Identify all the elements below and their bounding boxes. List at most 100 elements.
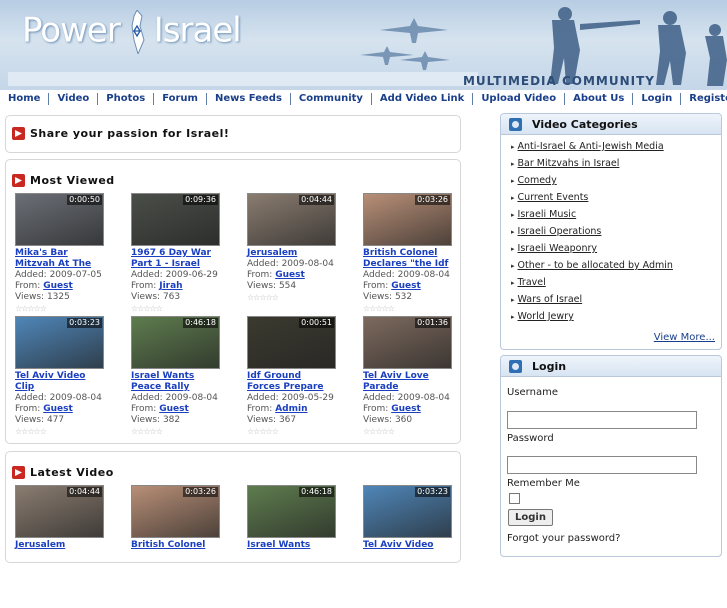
video-uploader-link[interactable]: Guest xyxy=(391,281,421,291)
video-uploader-link[interactable]: Admin xyxy=(275,404,307,414)
nav-home[interactable]: Home xyxy=(0,93,50,105)
nav-video[interactable]: Video xyxy=(49,93,99,105)
video-thumbnail[interactable]: 0:03:26 xyxy=(363,193,452,246)
rating-stars[interactable]: ☆☆☆☆☆ xyxy=(15,303,131,314)
username-input[interactable] xyxy=(507,411,697,429)
logo-power: Power xyxy=(22,10,121,51)
category-item[interactable]: Comedy xyxy=(511,175,721,192)
rating-stars[interactable]: ☆☆☆☆☆ xyxy=(131,303,247,314)
video-title[interactable]: Tel Aviv Love Parade xyxy=(363,371,479,393)
video-from: From: Guest xyxy=(131,404,247,415)
video-title[interactable]: Israel Wants xyxy=(247,540,363,551)
video-title-line2: Forces Prepare xyxy=(247,382,324,392)
category-item[interactable]: Other - to be allocated by Admin xyxy=(511,260,721,277)
video-card[interactable]: 0:00:50 Mika's Bar Mitzvah At The Added: 20… xyxy=(15,193,131,316)
most-viewed-box: Most Viewed 0:00:50 Mika's Bar Mitzvah At … xyxy=(5,159,461,444)
video-card[interactable]: 0:04:44 Jerusalem Added: 2009-08-04 From: G… xyxy=(247,193,363,316)
video-thumbnail[interactable]: 0:03:23 xyxy=(15,316,104,369)
nav-upload-video[interactable]: Upload Video xyxy=(473,93,566,105)
category-link[interactable]: Bar Mitzvahs in Israel xyxy=(518,158,620,169)
rating-stars[interactable]: ☆☆☆☆☆ xyxy=(247,426,363,437)
video-thumbnail[interactable]: 0:03:23 xyxy=(363,485,452,538)
password-input[interactable] xyxy=(507,456,697,474)
nav-news-feeds[interactable]: News Feeds xyxy=(207,93,291,105)
video-thumbnail[interactable]: 0:01:36 xyxy=(363,316,452,369)
site-logo[interactable]: Power Israel xyxy=(22,10,242,54)
category-item[interactable]: Israeli Weaponry xyxy=(511,243,721,260)
category-item[interactable]: Israeli Music xyxy=(511,209,721,226)
video-title[interactable]: Israel Wants Peace Rally xyxy=(131,371,247,393)
video-title[interactable]: Mika's Bar Mitzvah At The xyxy=(15,248,131,270)
video-uploader-link[interactable]: Guest xyxy=(159,404,189,414)
category-link[interactable]: Comedy xyxy=(518,175,557,186)
video-card[interactable]: 0:46:18 Israel Wants xyxy=(247,485,363,608)
video-thumbnail[interactable]: 0:03:26 xyxy=(131,485,220,538)
category-link[interactable]: Other - to be allocated by Admin xyxy=(518,260,673,271)
category-item[interactable]: Wars of Israel xyxy=(511,294,721,311)
video-title[interactable]: Tel Aviv Video xyxy=(363,540,479,551)
video-thumbnail[interactable]: 0:00:51 xyxy=(247,316,336,369)
category-link[interactable]: Wars of Israel xyxy=(518,294,583,305)
video-thumbnail[interactable]: 0:46:18 xyxy=(247,485,336,538)
video-thumbnail[interactable]: 0:00:50 xyxy=(15,193,104,246)
video-title[interactable]: Jerusalem xyxy=(247,248,363,259)
video-card[interactable]: 0:01:36 Tel Aviv Love Parade Added: 2009-08… xyxy=(363,316,479,439)
nav-community[interactable]: Community xyxy=(291,93,372,105)
video-thumbnail[interactable]: 0:09:36 xyxy=(131,193,220,246)
video-uploader-link[interactable]: Guest xyxy=(391,404,421,414)
video-title[interactable]: British Colonel Declares "the Idf xyxy=(363,248,479,270)
category-link[interactable]: Anti-Israel & Anti-Jewish Media xyxy=(518,141,664,152)
nav-photos[interactable]: Photos xyxy=(98,93,155,105)
video-thumbnail[interactable]: 0:04:44 xyxy=(15,485,104,538)
video-uploader-link[interactable]: Guest xyxy=(43,404,73,414)
category-item[interactable]: Bar Mitzvahs in Israel xyxy=(511,158,721,175)
video-duration: 0:09:36 xyxy=(183,195,218,205)
video-card[interactable]: 0:04:44 Jerusalem xyxy=(15,485,131,608)
video-title[interactable]: 1967 6 Day War Part 1 - Israel xyxy=(131,248,247,270)
video-thumbnail[interactable]: 0:04:44 xyxy=(247,193,336,246)
video-card[interactable]: 0:00:51 Idf Ground Forces Prepare Added: 20… xyxy=(247,316,363,439)
video-title[interactable]: Tel Aviv Video Clip xyxy=(15,371,131,393)
forgot-password-link[interactable]: Forgot your password? xyxy=(507,533,721,544)
nav-about-us[interactable]: About Us xyxy=(565,93,634,105)
rating-stars[interactable]: ☆☆☆☆☆ xyxy=(247,292,363,303)
video-thumbnail[interactable]: 0:46:18 xyxy=(131,316,220,369)
category-link[interactable]: Israeli Operations xyxy=(518,226,602,237)
view-more-link[interactable]: View More... xyxy=(654,332,715,343)
rating-stars[interactable]: ☆☆☆☆☆ xyxy=(363,426,479,437)
rating-stars[interactable]: ☆☆☆☆☆ xyxy=(131,426,247,437)
nav-forum[interactable]: Forum xyxy=(154,93,207,105)
video-uploader-link[interactable]: Guest xyxy=(275,270,305,280)
video-card[interactable]: 0:03:23 Tel Aviv Video Clip Added: 2009-08-… xyxy=(15,316,131,439)
rating-stars[interactable]: ☆☆☆☆☆ xyxy=(363,303,479,314)
rating-stars[interactable]: ☆☆☆☆☆ xyxy=(15,426,131,437)
video-card[interactable]: 0:03:23 Tel Aviv Video xyxy=(363,485,479,608)
remember-checkbox[interactable] xyxy=(509,493,520,504)
video-title[interactable]: Idf Ground Forces Prepare xyxy=(247,371,363,393)
category-item[interactable]: Travel xyxy=(511,277,721,294)
video-title[interactable]: Jerusalem xyxy=(15,540,131,551)
category-item[interactable]: Anti-Israel & Anti-Jewish Media xyxy=(511,141,721,158)
video-card[interactable]: 0:03:26 British Colonel xyxy=(131,485,247,608)
nav-register[interactable]: Register xyxy=(681,93,727,105)
login-button[interactable]: Login xyxy=(508,509,553,526)
category-item[interactable]: World Jewry xyxy=(511,311,721,328)
video-card[interactable]: 0:03:26 British Colonel Declares "the Idf A… xyxy=(363,193,479,316)
video-card[interactable]: 0:46:18 Israel Wants Peace Rally Added: 200… xyxy=(131,316,247,439)
video-uploader-link[interactable]: Guest xyxy=(43,281,73,291)
category-link[interactable]: Travel xyxy=(518,277,546,288)
video-from: From: Jirah xyxy=(131,281,247,292)
video-title[interactable]: British Colonel xyxy=(131,540,247,551)
category-link[interactable]: Israeli Weaponry xyxy=(518,243,598,254)
video-uploader-link[interactable]: Jirah xyxy=(159,281,182,291)
category-link[interactable]: Current Events xyxy=(518,192,589,203)
category-link[interactable]: Israeli Music xyxy=(518,209,577,220)
video-title-line2: Part 1 - Israel xyxy=(131,259,200,269)
category-item[interactable]: Current Events xyxy=(511,192,721,209)
video-card[interactable]: 0:09:36 1967 6 Day War Part 1 - Israel Adde… xyxy=(131,193,247,316)
category-link[interactable]: World Jewry xyxy=(518,311,574,322)
pdf-flag-icon xyxy=(12,127,25,140)
nav-add-video-link[interactable]: Add Video Link xyxy=(372,93,474,105)
nav-login[interactable]: Login xyxy=(633,93,682,105)
category-item[interactable]: Israeli Operations xyxy=(511,226,721,243)
